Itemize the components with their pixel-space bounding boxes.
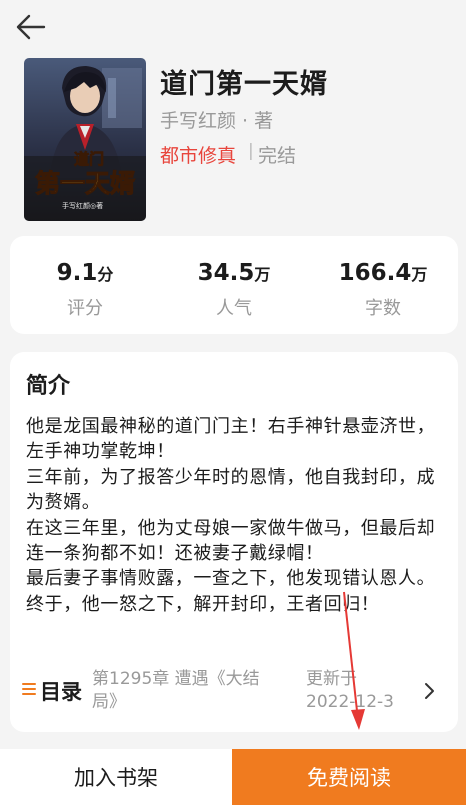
intro-line: 三年前，为了报答少年时的恩情，他自我封印，成 bbox=[26, 466, 436, 488]
book-genre[interactable]: 都市修真 bbox=[160, 141, 236, 168]
toc-row[interactable]: 目录 第1295章 遭遇《大结局》 更新于 2022-12-3 bbox=[10, 656, 450, 720]
cover-author: 手写红颜◎著 bbox=[62, 201, 103, 210]
chevron-right-icon bbox=[425, 683, 434, 699]
toc-latest-chapter: 第1295章 遭遇《大结局》 bbox=[92, 669, 260, 712]
back-arrow-icon bbox=[16, 14, 46, 40]
toc-update-date: 2022-12-3 bbox=[306, 692, 394, 712]
book-cover[interactable]: 道门 第一天婿 手写红颜◎著 bbox=[24, 58, 146, 221]
toc-update-label: 更新于 bbox=[306, 669, 357, 689]
stat-popularity-label: 人气 bbox=[216, 298, 252, 319]
stat-rating-label: 评分 bbox=[67, 298, 103, 319]
stats-card: 9.1分 评分 34.5万 人气 166.4万 字数 bbox=[10, 236, 458, 334]
stat-popularity-value: 34.5万 bbox=[197, 260, 271, 286]
book-author[interactable]: 手写红颜 · 著 bbox=[160, 106, 273, 133]
stat-word-count-label: 字数 bbox=[365, 298, 401, 319]
intro-line: 他是龙国最神秘的道门门主！右手神针悬壶济世， bbox=[26, 416, 436, 437]
back-button[interactable] bbox=[14, 10, 48, 44]
toc-label: 目录 bbox=[40, 680, 82, 704]
intro-line: 为赘婿。 bbox=[26, 492, 101, 514]
intro-line: 左手神功掌乾坤！ bbox=[26, 441, 175, 463]
intro-line: 在这三年里，他为丈母娘一家做牛做马，但最后却 bbox=[26, 517, 436, 539]
intro-line: 终于，他一怒之下，解开封印，王者回归！ bbox=[26, 593, 380, 615]
stat-word-count-value: 166.4万 bbox=[338, 260, 428, 286]
bottom-action-bar: 加入书架 免费阅读 bbox=[0, 749, 466, 805]
toc-update: 更新于 2022-12-3 bbox=[306, 668, 406, 714]
cover-art: 道门 第一天婿 手写红颜◎著 bbox=[24, 58, 146, 221]
toc-list-icon bbox=[22, 683, 36, 697]
book-status: 完结 bbox=[258, 145, 297, 167]
stat-rating-value: 9.1分 bbox=[56, 260, 114, 286]
intro-line: 最后妻子事情败露，一查之下，他发现错认恩人。 bbox=[26, 568, 436, 590]
free-read-button[interactable]: 免费阅读 bbox=[232, 749, 466, 805]
intro-heading: 简介 bbox=[26, 374, 71, 399]
cover-title-small: 道门 bbox=[74, 150, 104, 168]
cover-title-big: 第一天婿 bbox=[35, 169, 135, 198]
book-title: 道门第一天婿 bbox=[160, 69, 328, 100]
add-to-shelf-button[interactable]: 加入书架 bbox=[0, 749, 232, 805]
intro-body: 他是龙国最神秘的道门门主！右手神针悬壶济世， 左手神功掌乾坤！ 三年前，为了报答… bbox=[26, 414, 446, 617]
info-separator: | bbox=[248, 141, 254, 161]
intro-line: 连一条狗都不如！还被妻子戴绿帽！ bbox=[26, 543, 324, 565]
